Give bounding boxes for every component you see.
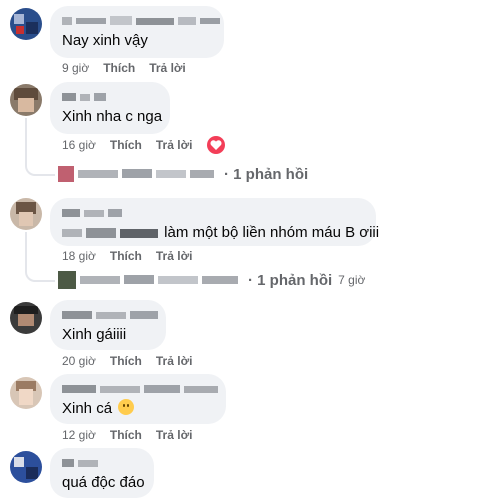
thread-line [25,118,55,176]
comment-time[interactable]: 12 giờ [62,428,96,442]
comment-text-body: Xinh cá [62,400,113,417]
comment-text: Xinh cá [62,399,214,419]
comment-text: Xinh nha c nga [62,108,163,125]
comment-actions: 16 giờ Thích Trả lời [62,137,206,153]
comment-bubble: quá độc đáo [50,448,154,498]
avatar[interactable] [10,377,42,409]
comment-bubble: Xinh nha c nga [50,82,170,134]
comment-bubble: làm một bộ liền nhóm máu B ơiii [50,198,379,246]
avatar[interactable] [10,84,42,116]
like-button[interactable]: Thích [110,249,142,263]
like-button[interactable]: Thích [110,138,142,152]
reply-button[interactable]: Trả lời [156,354,193,368]
like-button[interactable]: Thích [110,354,142,368]
view-replies-link[interactable]: · 1 phản hồi 7 giờ [58,269,365,291]
avatar[interactable] [10,198,42,230]
reply-button[interactable]: Trả lời [156,138,193,152]
reply-count[interactable]: · 1 phản hồi [248,272,332,289]
blurred-author-name[interactable] [62,456,142,470]
comment-actions: 12 giờ Thích Trả lời [62,427,206,443]
comment-time[interactable]: 20 giờ [62,354,96,368]
reply-time: 7 giờ [338,273,366,287]
blurred-author-name[interactable] [62,382,218,396]
blurred-author-name[interactable] [62,14,220,28]
avatar[interactable] [10,302,42,334]
blurred-author-name[interactable] [62,90,158,104]
reply-button[interactable]: Trả lời [149,61,186,75]
avatar[interactable] [10,451,42,483]
comment-actions: 18 giờ Thích Trả lời [62,248,206,264]
blurred-author-name[interactable] [62,308,158,322]
like-button[interactable]: Thích [103,61,135,75]
reply-button[interactable]: Trả lời [156,249,193,263]
blurred-reply-author [58,271,238,289]
comment-text: làm một bộ liền nhóm máu B ơiii [62,223,379,243]
comment-text: Nay xinh vậy [62,32,148,49]
thread-line [25,232,55,282]
blurred-reply-author [58,166,214,182]
blurred-author-name[interactable] [62,206,364,220]
comment-time[interactable]: 9 giờ [62,61,89,75]
comment-bubble: Xinh gáiiii [50,300,166,350]
comment-actions: 20 giờ Thích Trả lời [62,353,206,369]
comment-bubble: Nay xinh vậy [50,6,224,58]
comment-text: Xinh gáiiii [62,326,127,343]
comment-time[interactable]: 18 giờ [62,249,96,263]
comment-text-body: làm một bộ liền nhóm máu B ơiii [164,224,380,241]
view-replies-link[interactable]: · 1 phản hồi [58,164,308,184]
reply-button[interactable]: Trả lời [156,428,193,442]
comment-bubble: Xinh cá [50,374,226,424]
heart-icon[interactable] [207,136,225,154]
smiling-emoji-icon [118,399,135,415]
avatar[interactable] [10,8,42,40]
comment-actions: 9 giờ Thích Trả lời [62,60,200,76]
like-button[interactable]: Thích [110,428,142,442]
comment-text: quá độc đáo [62,474,145,491]
reply-count[interactable]: · 1 phản hồi [224,166,308,183]
blurred-mention[interactable] [62,226,160,240]
comment-time[interactable]: 16 giờ [62,138,96,152]
